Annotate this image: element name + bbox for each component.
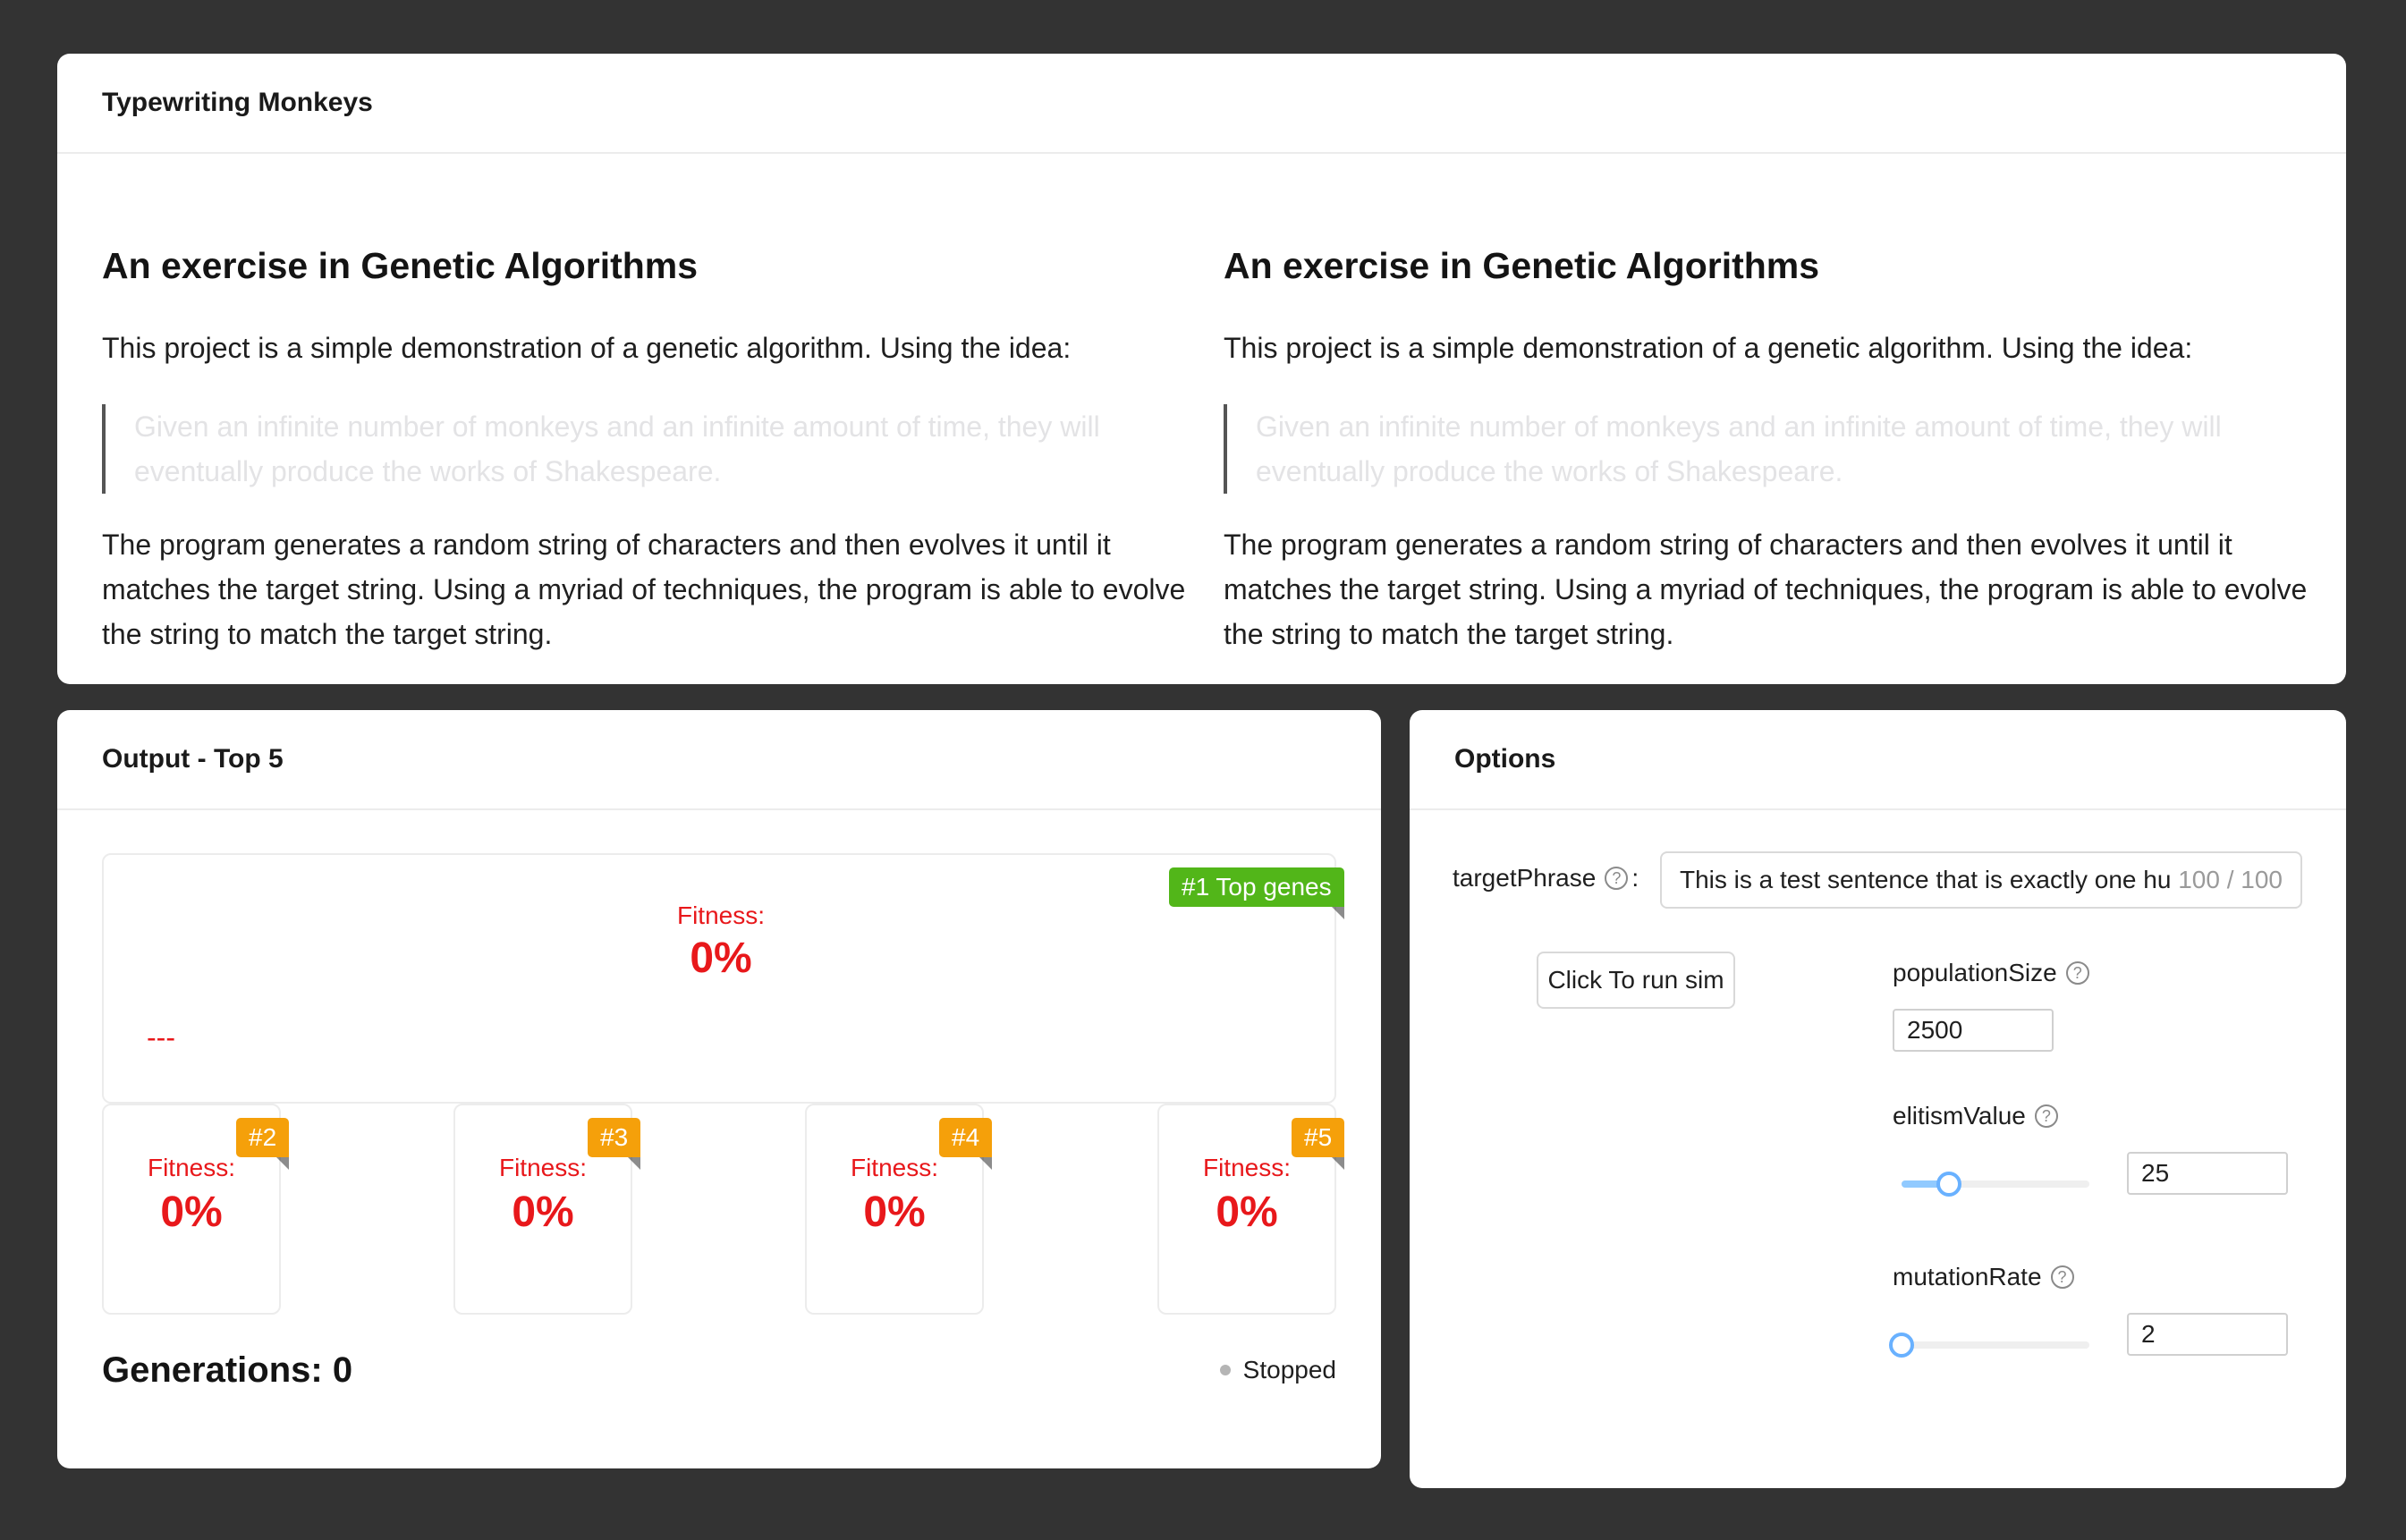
output-card: Output - Top 5 Fitness: 0% --- #1 Top ge… [57, 710, 1381, 1468]
mutation-rate-label-text: mutationRate [1893, 1263, 2042, 1290]
label-colon: : [1631, 864, 1639, 892]
fitness-label: Fitness: [676, 901, 766, 929]
population-size-label-text: populationSize [1893, 959, 2057, 986]
mutation-rate-label: mutationRate ? [1893, 1263, 2074, 1291]
fitness-value: 0% [1216, 1189, 1278, 1236]
top-gene-card: Fitness: 0% --- [102, 853, 1336, 1104]
intro-body: The program generates a random string of… [1224, 529, 2308, 650]
output-card-title: Output - Top 5 [57, 710, 1381, 810]
intro-heading: An exercise in Genetic Algorithms [1224, 245, 1820, 286]
fitness-value: 0% [690, 935, 752, 982]
fitness-label: Fitness: [1202, 1154, 1292, 1181]
character-count: 100 / 100 [2178, 866, 2283, 893]
fitness-value: 0% [863, 1189, 926, 1236]
mutation-rate-slider-handle[interactable] [1889, 1333, 1914, 1358]
target-phrase-label: targetPhrase ? : [1453, 864, 1639, 893]
fitness-value: 0% [512, 1189, 574, 1236]
mutation-rate-input[interactable] [2127, 1313, 2288, 1356]
run-sim-button[interactable]: Click To run sim [1537, 952, 1735, 1009]
elitism-slider[interactable] [1902, 1172, 2089, 1197]
status-text: Stopped [1242, 1356, 1336, 1383]
question-circle-icon[interactable]: ? [2034, 1104, 2058, 1128]
elitism-value-input[interactable] [2127, 1152, 2288, 1195]
intro-quote: Given an infinite number of monkeys and … [1224, 404, 2261, 494]
genes-string: --- [147, 1021, 175, 1053]
question-circle-icon[interactable]: ? [1605, 867, 1629, 890]
rank-badge: #2 [236, 1118, 290, 1170]
rank-badge: #4 [939, 1118, 993, 1170]
population-size-label: populationSize ? [1893, 959, 2089, 987]
intro-paragraph: This project is a simple demonstration o… [102, 332, 1072, 364]
run-status: Stopped [1219, 1356, 1336, 1384]
target-phrase-value[interactable]: This is a test sentence that is exactly … [1680, 866, 2173, 894]
question-circle-icon[interactable]: ? [2065, 961, 2089, 985]
intro-body: The program generates a random string of… [102, 529, 1186, 650]
rank-badge-top: #1 Top genes [1169, 867, 1344, 919]
elitism-value-label-text: elitismValue [1893, 1102, 2026, 1130]
elitism-value-label: elitismValue ? [1893, 1102, 2058, 1130]
population-size-input[interactable] [1893, 1009, 2054, 1052]
intro-card: Typewriting Monkeys An exercise in Genet… [57, 54, 2346, 684]
options-card: Options targetPhrase ? : This is a test … [1410, 710, 2346, 1488]
rank-badge: #3 [588, 1118, 641, 1170]
rank-badge: #5 [1292, 1118, 1345, 1170]
question-circle-icon[interactable]: ? [2050, 1265, 2074, 1289]
intro-card-title: Typewriting Monkeys [57, 54, 2346, 154]
generations-count: Generations: 0 [102, 1350, 353, 1390]
fitness-value: 0% [160, 1189, 223, 1236]
status-dot-icon [1219, 1365, 1231, 1375]
fitness-label: Fitness: [147, 1154, 236, 1181]
target-phrase-label-text: targetPhrase [1453, 864, 1597, 892]
options-card-title: Options [1410, 710, 2346, 810]
mutation-rate-slider[interactable] [1889, 1333, 2089, 1358]
fitness-label: Fitness: [498, 1154, 588, 1181]
target-phrase-input[interactable]: This is a test sentence that is exactly … [1660, 851, 2302, 909]
intro-heading: An exercise in Genetic Algorithms [102, 245, 699, 286]
fitness-label: Fitness: [850, 1154, 939, 1181]
intro-quote: Given an infinite number of monkeys and … [102, 404, 1139, 494]
elitism-slider-handle[interactable] [1936, 1172, 1961, 1197]
intro-paragraph: This project is a simple demonstration o… [1224, 332, 2193, 364]
